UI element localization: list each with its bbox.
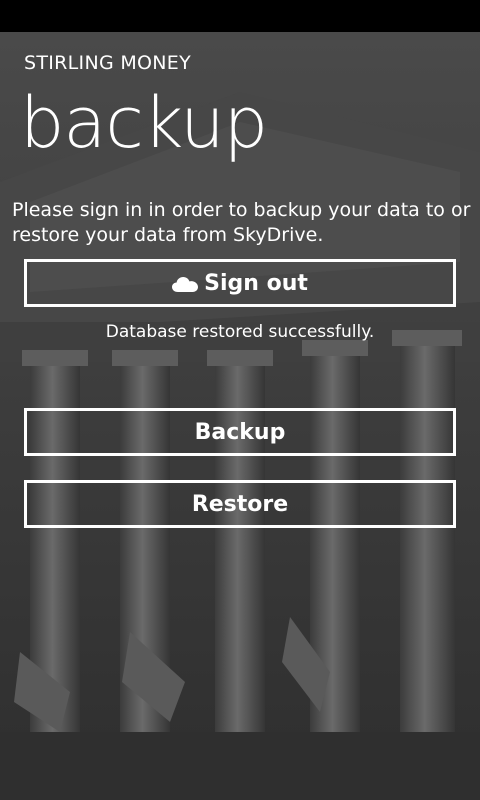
sign-out-button[interactable]: Sign out xyxy=(24,259,456,307)
backup-label: Backup xyxy=(194,419,286,445)
page-title: backup xyxy=(20,82,268,164)
phone-screen: STIRLING MONEY backup Please sign in in … xyxy=(0,0,480,800)
restore-button[interactable]: Restore xyxy=(24,480,456,528)
system-status-bar xyxy=(0,0,480,32)
restore-label: Restore xyxy=(191,491,289,517)
page-content: STIRLING MONEY backup Please sign in in … xyxy=(0,32,480,800)
app-title: STIRLING MONEY xyxy=(24,52,192,74)
status-message: Database restored successfully. xyxy=(105,322,375,342)
instructions-text: Please sign in in order to backup your d… xyxy=(12,199,471,246)
sign-out-label: Sign out xyxy=(204,270,308,296)
backup-button[interactable]: Backup xyxy=(24,408,456,456)
cloud-icon xyxy=(172,277,199,292)
